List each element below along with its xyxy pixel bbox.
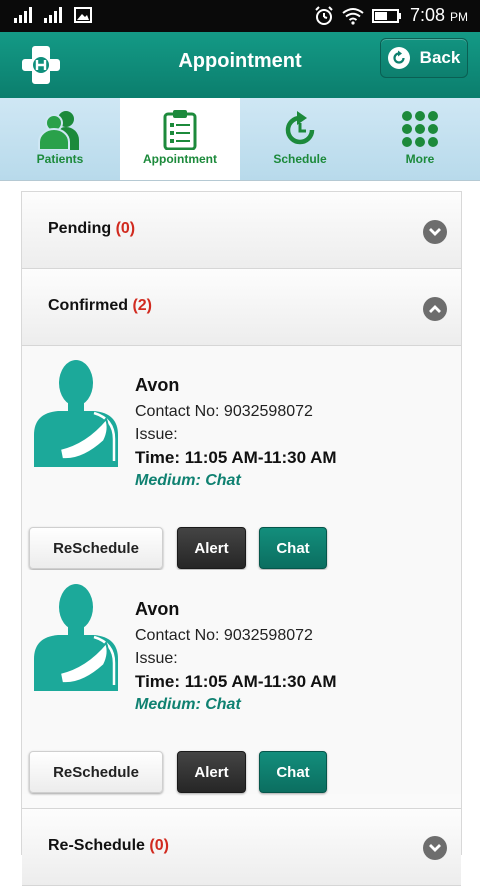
tab-more[interactable]: More	[360, 98, 480, 180]
patient-name: Avon	[135, 375, 180, 395]
app-bar: Appointment Back	[0, 32, 480, 98]
patient-avatar-icon	[34, 360, 118, 467]
signal-icon	[14, 7, 32, 23]
patient-contact: Contact No: 9032598072	[135, 403, 313, 420]
appointment-time: Time: 11:05 AM-11:30 AM	[135, 672, 337, 691]
section-title: Confirmed (2)	[48, 297, 152, 315]
refresh-arrow-icon	[387, 47, 410, 69]
patient-name: Avon	[135, 599, 180, 619]
section-pending[interactable]: Pending (0)	[22, 192, 461, 269]
tab-bar: Patients Appointment Schedule More	[0, 98, 480, 181]
chevron-down-icon[interactable]	[423, 220, 447, 244]
appointment-medium: Medium: Chat	[135, 696, 241, 713]
patient-contact: Contact No: 9032598072	[135, 627, 313, 644]
reschedule-button[interactable]: ReSchedule	[29, 527, 163, 569]
appointment-time: Time: 11:05 AM-11:30 AM	[135, 448, 337, 467]
tab-schedule[interactable]: Schedule	[240, 98, 360, 180]
clipboard-icon	[163, 110, 197, 150]
section-title: Re-Schedule (0)	[48, 837, 169, 855]
appointment-medium: Medium: Chat	[135, 472, 241, 489]
status-left	[14, 7, 92, 23]
section-count: (2)	[132, 297, 153, 314]
grid-icon	[402, 111, 438, 147]
tab-label: Schedule	[273, 152, 327, 166]
section-reschedule[interactable]: Re-Schedule (0)	[22, 808, 461, 886]
tab-patients[interactable]: Patients	[0, 98, 120, 180]
alert-button[interactable]: Alert	[177, 527, 246, 569]
tab-label: Appointment	[143, 152, 217, 166]
patient-avatar-icon	[34, 584, 118, 691]
tab-appointment[interactable]: Appointment	[120, 98, 240, 180]
battery-icon	[371, 8, 401, 23]
patients-icon	[38, 111, 79, 150]
clock-time: 7:08	[409, 5, 445, 25]
chevron-up-icon[interactable]	[423, 297, 447, 321]
section-confirmed[interactable]: Confirmed (2)	[22, 269, 461, 346]
section-title: Pending (0)	[48, 220, 135, 238]
section-label-text: Confirmed	[48, 297, 128, 314]
status-bar: 7:08 PM	[0, 0, 480, 32]
reschedule-button[interactable]: ReSchedule	[29, 751, 163, 793]
clock-ampm: PM	[450, 10, 468, 24]
wifi-icon	[342, 7, 364, 25]
chat-button[interactable]: Chat	[259, 527, 327, 569]
appointment-card: Avon Contact No: 9032598072 Issue: Time:…	[22, 346, 461, 570]
back-button[interactable]: Back	[380, 38, 468, 78]
section-label-text: Re-Schedule	[48, 837, 145, 854]
chat-button[interactable]: Chat	[259, 751, 327, 793]
patient-issue: Issue:	[135, 650, 178, 667]
section-count: (0)	[115, 220, 136, 237]
appointment-list: Pending (0) Confirmed (2) Avon Contact N…	[21, 191, 462, 886]
signal-icon	[44, 7, 62, 23]
clock: 7:08 PM	[410, 5, 468, 26]
patient-issue: Issue:	[135, 426, 178, 443]
tab-label: More	[405, 152, 435, 166]
section-label-text: Pending	[48, 220, 112, 237]
history-icon	[285, 111, 315, 145]
alarm-icon	[315, 5, 333, 25]
alert-button[interactable]: Alert	[177, 751, 246, 793]
image-icon	[74, 7, 92, 23]
chevron-down-icon[interactable]	[423, 836, 447, 860]
back-label: Back	[419, 48, 461, 67]
tab-label: Patients	[36, 152, 84, 166]
status-right: 7:08 PM	[314, 5, 468, 26]
appointment-card: Avon Contact No: 9032598072 Issue: Time:…	[22, 570, 461, 794]
section-count: (0)	[149, 837, 169, 854]
